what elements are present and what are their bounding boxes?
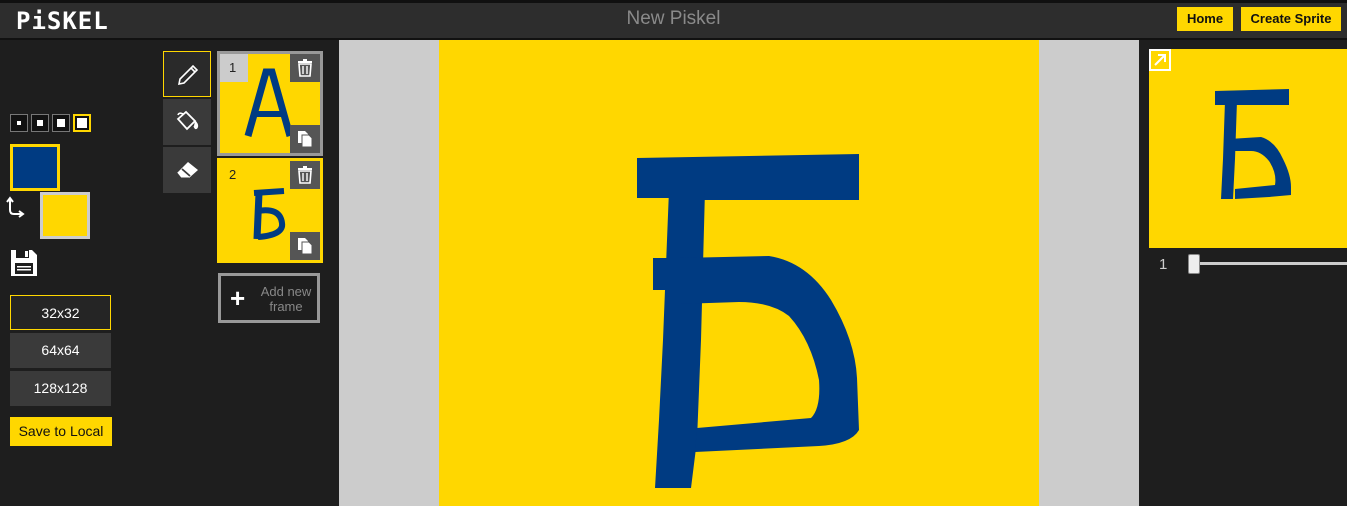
copy-icon <box>298 238 313 255</box>
frame-number: 1 <box>220 54 248 82</box>
frame-number: 2 <box>220 161 248 189</box>
duplicate-frame-button[interactable] <box>290 125 320 153</box>
plus-icon: + <box>230 283 246 313</box>
home-button[interactable]: Home <box>1177 7 1233 31</box>
swap-colors-icon[interactable] <box>6 196 28 218</box>
top-border <box>0 0 1347 3</box>
logo[interactable]: PiSKEL <box>16 7 109 35</box>
pen-size-1[interactable] <box>10 114 28 132</box>
frame-1[interactable]: 1 <box>217 51 323 156</box>
expand-preview-icon[interactable] <box>1149 49 1171 71</box>
fps-slider-track[interactable] <box>1190 262 1347 265</box>
paint-bucket-icon <box>176 110 199 131</box>
pen-tool[interactable] <box>163 51 211 97</box>
add-frame-label-line1: Add new <box>260 284 312 299</box>
primary-color-swatch[interactable] <box>10 144 60 191</box>
pen-size-4[interactable] <box>73 114 91 132</box>
frame-2[interactable]: 2 <box>217 158 323 263</box>
add-frame-label: Add new frame <box>255 284 317 314</box>
animation-preview <box>1149 49 1347 248</box>
fps-slider-handle[interactable] <box>1188 254 1200 274</box>
size-128x128-button[interactable]: 128x128 <box>10 371 111 406</box>
create-sprite-button[interactable]: Create Sprite <box>1241 7 1341 31</box>
add-new-frame-button[interactable]: + Add new frame <box>218 273 320 323</box>
top-bar: PiSKEL New Piskel Home Create Sprite <box>0 0 1347 40</box>
pen-size-3[interactable] <box>52 114 70 132</box>
document-title[interactable]: New Piskel <box>0 8 1347 30</box>
eraser-tool[interactable] <box>163 147 211 193</box>
size-32x32-button[interactable]: 32x32 <box>10 295 111 330</box>
save-icon[interactable] <box>9 248 39 278</box>
eraser-icon <box>176 162 198 179</box>
frame-thumbnail <box>244 64 296 147</box>
trash-icon <box>298 59 312 77</box>
delete-frame-button[interactable] <box>290 161 320 189</box>
add-frame-label-line2: frame <box>269 299 303 314</box>
pen-size-2[interactable] <box>31 114 49 132</box>
drawing-stage[interactable] <box>339 40 1139 506</box>
save-to-local-button[interactable]: Save to Local <box>10 417 112 446</box>
trash-icon <box>298 166 312 184</box>
pencil-icon <box>177 64 199 86</box>
copy-icon <box>298 131 313 148</box>
canvas-drawing <box>637 154 859 488</box>
pen-size-selector <box>10 114 91 132</box>
preview-drawing <box>1215 89 1291 199</box>
secondary-color-swatch[interactable] <box>40 192 90 239</box>
duplicate-frame-button[interactable] <box>290 232 320 260</box>
piskel-app: PiSKEL New Piskel Home Create Sprite 32x <box>0 0 1347 506</box>
frame-thumbnail <box>244 171 296 254</box>
fps-value: 1 <box>1159 256 1168 273</box>
paint-bucket-tool[interactable] <box>163 99 211 145</box>
drawing-canvas[interactable] <box>439 40 1039 506</box>
delete-frame-button[interactable] <box>290 54 320 82</box>
size-64x64-button[interactable]: 64x64 <box>10 333 111 368</box>
